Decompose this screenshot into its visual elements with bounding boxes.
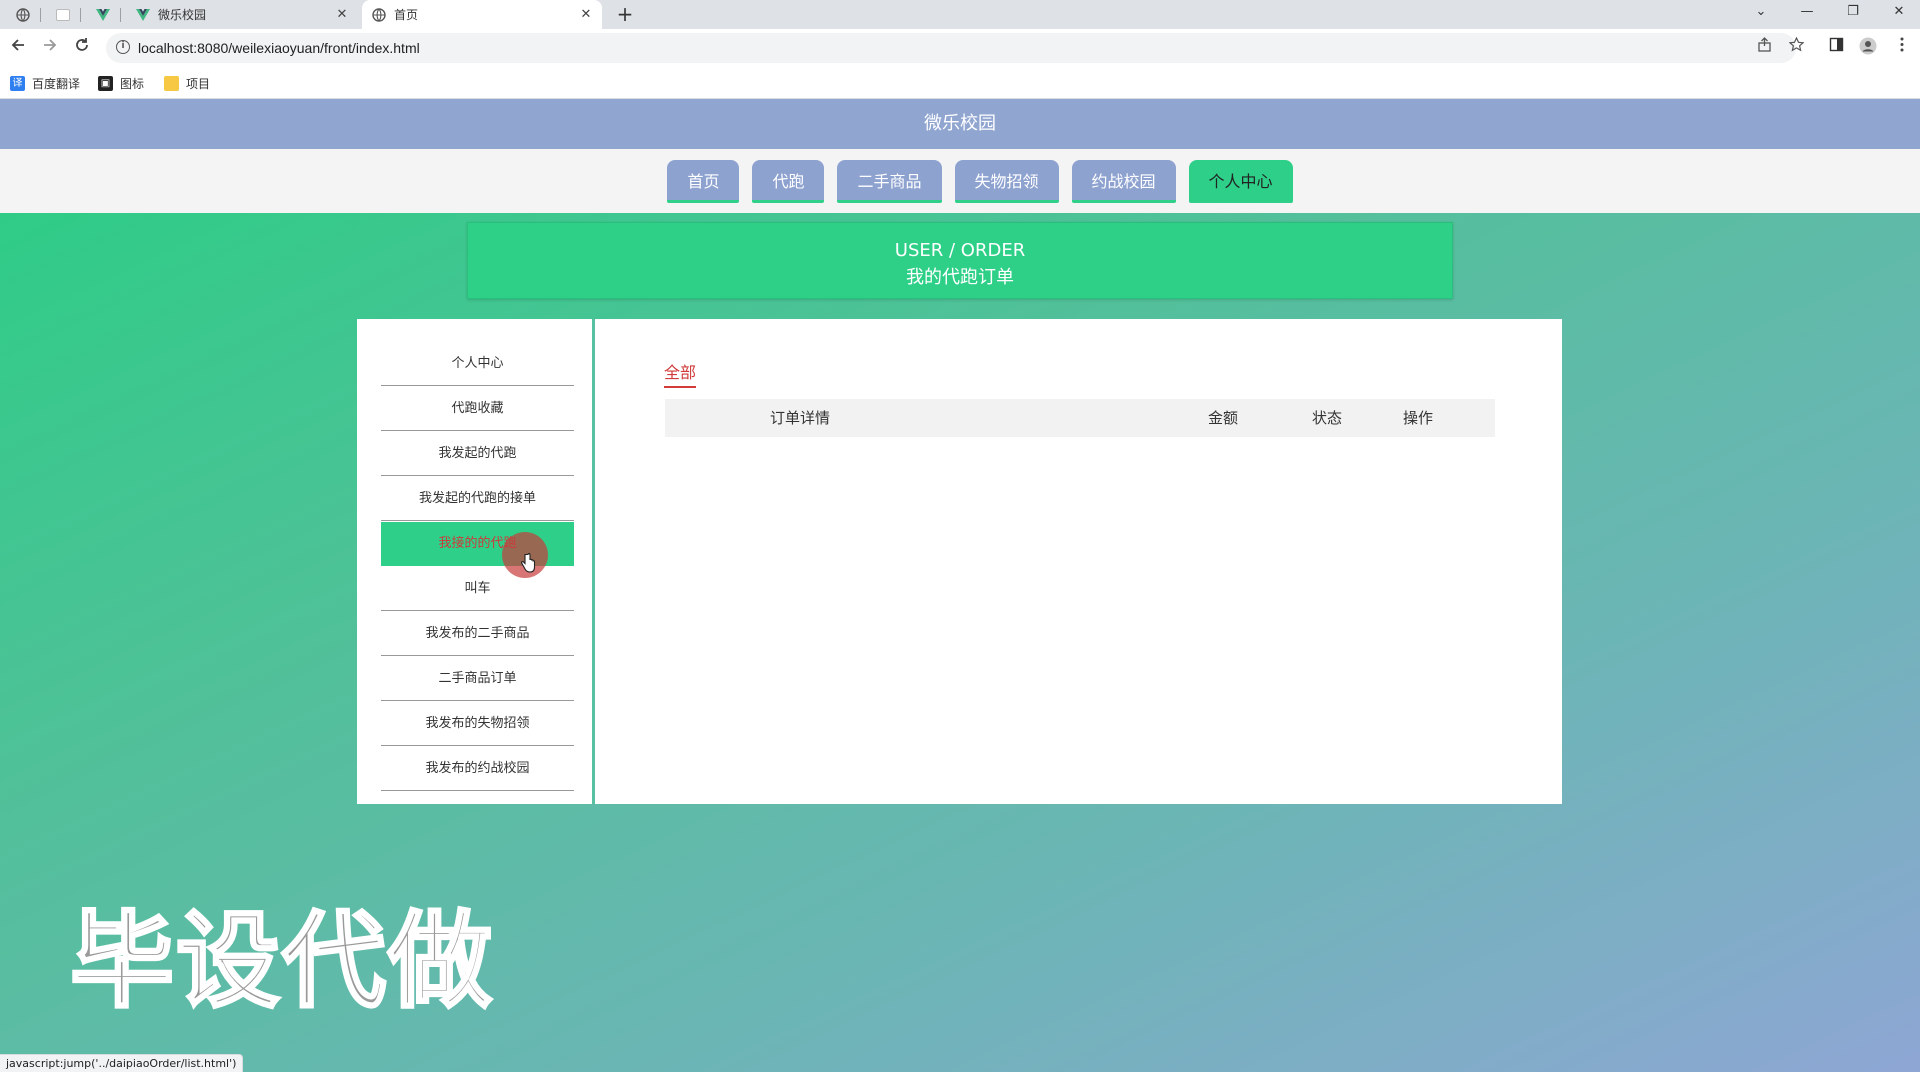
new-tab-button[interactable]: + [612, 2, 638, 26]
sidebar-item-user-center[interactable]: 个人中心 [381, 342, 574, 386]
sidebar-item-my-campus-match[interactable]: 我发布的约战校园 [381, 747, 574, 791]
profile-avatar-icon[interactable] [1858, 37, 1878, 59]
forward-arrow-icon[interactable] [38, 37, 62, 61]
sidebar-item-secondhand-orders[interactable]: 二手商品订单 [381, 657, 574, 701]
user-sidebar: 个人中心 代跑收藏 我发起的代跑 我发起的代跑的接单 我接的的代跑 叫车 我发布… [357, 319, 595, 804]
tab-title: 微乐校园 [158, 8, 207, 22]
column-status: 状态 [1312, 409, 1343, 427]
browser-tab-weilexiaoyuan[interactable]: 微乐校园 ✕ [128, 0, 358, 29]
restore-button[interactable]: ❐ [1830, 0, 1876, 29]
watermark-text: 毕设代做 [68, 899, 495, 1024]
nav-user-center[interactable]: 个人中心 [1188, 159, 1293, 203]
translate-icon: 译 [10, 76, 25, 91]
nav-home[interactable]: 首页 [667, 159, 740, 203]
info-icon[interactable]: i [116, 40, 130, 54]
column-order-detail: 订单详情 [770, 409, 831, 427]
bookmark-folder-project[interactable]: 项目 [164, 75, 210, 92]
reload-icon[interactable] [70, 37, 94, 61]
vue-logo-icon [136, 8, 150, 22]
browser-tab[interactable] [88, 0, 118, 29]
tab-separator [40, 8, 41, 22]
tab-separator [120, 8, 121, 22]
address-bar[interactable]: i localhost:8080/weilexiaoyuan/front/ind… [106, 33, 1796, 63]
banner-title-en: USER / ORDER [894, 240, 1026, 261]
minimize-button[interactable]: — [1784, 0, 1830, 29]
nav-lost-found[interactable]: 失物招领 [954, 159, 1059, 203]
sidebar-item-my-lost-found[interactable]: 我发布的失物招领 [381, 702, 574, 746]
bookmark-label: 百度翻译 [32, 77, 81, 91]
browser-tab-active[interactable]: 首页 ✕ [362, 0, 602, 29]
sidebar-item-accepted-errands[interactable]: 我接的的代跑 [381, 522, 574, 578]
sidebar-item-my-secondhand[interactable]: 我发布的二手商品 [381, 612, 574, 656]
nav-errand[interactable]: 代跑 [752, 159, 825, 203]
browser-toolbar: i localhost:8080/weilexiaoyuan/front/ind… [0, 29, 1920, 67]
order-table-header: 订单详情 金额 状态 操作 [665, 399, 1495, 437]
column-amount: 金额 [1208, 409, 1239, 427]
browser-tab[interactable] [48, 0, 78, 29]
content-panel: 个人中心 代跑收藏 我发起的代跑 我发起的代跑的接单 我接的的代跑 叫车 我发布… [357, 319, 1562, 804]
back-arrow-icon[interactable] [6, 37, 30, 61]
bookmark-label: 图标 [120, 77, 145, 91]
page-viewport: 微乐校园 首页 代跑 二手商品 失物招领 约战校园 个人中心 USER / OR… [0, 99, 1920, 1072]
globe-icon [372, 7, 386, 22]
bookmarks-bar: 译 百度翻译 ▣ 图标 项目 [0, 67, 1920, 99]
image-icon: ▣ [98, 76, 113, 91]
browser-tab[interactable] [8, 0, 38, 29]
nav-secondhand[interactable]: 二手商品 [837, 159, 942, 203]
sidebar-item-my-errands[interactable]: 我发起的代跑 [381, 432, 574, 476]
share-icon[interactable] [1754, 37, 1774, 56]
tab-separator [80, 8, 81, 22]
tab-search-chevron-icon[interactable]: ⌄ [1738, 0, 1784, 29]
bookmark-icons[interactable]: ▣ 图标 [98, 75, 144, 92]
globe-icon [16, 7, 30, 22]
sidebar-item-my-errand-accepts[interactable]: 我发起的代跑的接单 [381, 477, 574, 521]
url-text: localhost:8080/weilexiaoyuan/front/index… [138, 40, 420, 56]
sidebar-item-call-car[interactable]: 叫车 [381, 567, 574, 611]
sidebar-item-errand-favorites[interactable]: 代跑收藏 [381, 387, 574, 431]
order-list-area: 全部 订单详情 金额 状态 操作 [598, 319, 1562, 804]
blank-page-icon [56, 8, 70, 22]
main-nav: 首页 代跑 二手商品 失物招领 约战校园 个人中心 [0, 149, 1920, 213]
page-banner: USER / ORDER 我的代跑订单 [467, 222, 1453, 299]
window-close-button[interactable]: ✕ [1876, 0, 1920, 29]
side-panel-icon[interactable] [1826, 37, 1846, 56]
site-title: 微乐校园 [0, 99, 1920, 149]
browser-tab-strip: 微乐校园 ✕ 首页 ✕ + ⌄ — ❐ ✕ [0, 0, 1920, 29]
bookmark-label: 项目 [186, 77, 211, 91]
tab-title: 首页 [394, 8, 419, 22]
vue-logo-icon [96, 8, 110, 22]
banner-title-cn: 我的代跑订单 [906, 267, 1014, 288]
bookmark-baidu-translate[interactable]: 译 百度翻译 [10, 75, 80, 92]
tab-all-orders[interactable]: 全部 [664, 359, 697, 388]
folder-icon [164, 76, 179, 91]
bookmark-star-icon[interactable] [1786, 36, 1806, 56]
nav-campus-match[interactable]: 约战校园 [1071, 159, 1176, 203]
close-icon[interactable]: ✕ [332, 7, 352, 22]
kebab-menu-icon[interactable] [1892, 37, 1912, 56]
column-actions: 操作 [1403, 409, 1434, 427]
close-icon[interactable]: ✕ [576, 7, 596, 22]
browser-status-url: javascript:jump('../daipiaoOrder/list.ht… [0, 1054, 244, 1072]
